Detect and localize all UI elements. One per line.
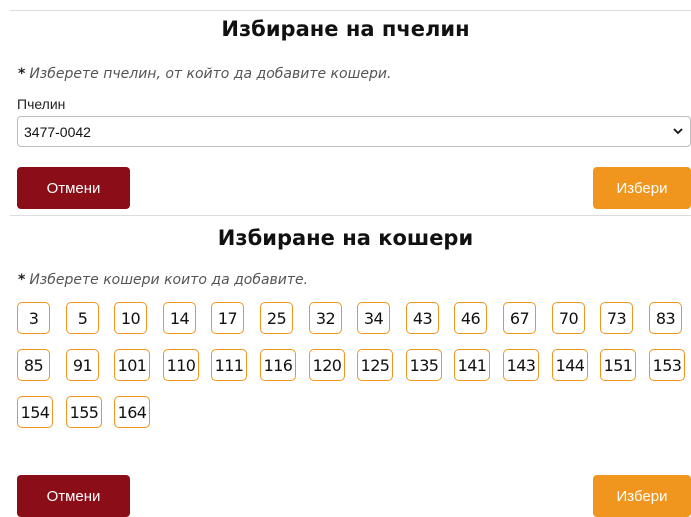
hive-chip[interactable]: 85 <box>17 349 50 381</box>
hive-chip[interactable]: 155 <box>66 396 102 428</box>
hive-chip[interactable]: 46 <box>454 302 487 334</box>
hive-chip[interactable]: 116 <box>260 349 296 381</box>
hive-chip[interactable]: 5 <box>66 302 99 334</box>
hive-chip[interactable]: 91 <box>66 349 99 381</box>
hive-chip[interactable]: 17 <box>211 302 244 334</box>
hive-chip[interactable]: 25 <box>260 302 293 334</box>
hive-chip[interactable]: 34 <box>357 302 390 334</box>
hive-chip[interactable]: 144 <box>552 349 588 381</box>
hive-chip[interactable]: 101 <box>114 349 150 381</box>
hive-chip[interactable]: 153 <box>649 349 685 381</box>
hive-chip[interactable]: 3 <box>17 302 50 334</box>
apiary-select[interactable]: 3477-0042 <box>17 116 691 147</box>
hive-chip[interactable]: 120 <box>309 349 345 381</box>
chevron-down-icon <box>673 128 683 135</box>
hive-chip[interactable]: 32 <box>309 302 342 334</box>
apiary-select-value: 3477-0042 <box>24 123 91 140</box>
hives-cancel-button[interactable]: Отмени <box>17 475 130 517</box>
hive-chip[interactable]: 164 <box>114 396 150 428</box>
hive-chip[interactable]: 43 <box>406 302 439 334</box>
hive-chip[interactable]: 125 <box>357 349 393 381</box>
apiary-field-label: Пчелин <box>17 96 66 112</box>
hive-chip[interactable]: 14 <box>163 302 196 334</box>
top-border <box>10 10 691 11</box>
hives-choose-button[interactable]: Избери <box>593 475 691 517</box>
required-star: * <box>18 66 26 82</box>
hives-section-title: Избиране на кошери <box>217 226 474 250</box>
hive-chip[interactable]: 10 <box>114 302 147 334</box>
apiary-section-title: Избиране на пчелин <box>221 17 470 41</box>
hive-chip[interactable]: 141 <box>454 349 490 381</box>
hive-chip[interactable]: 67 <box>503 302 536 334</box>
hive-chip[interactable]: 70 <box>552 302 585 334</box>
apiary-choose-button[interactable]: Избери <box>593 167 691 209</box>
hive-chip[interactable]: 73 <box>600 302 633 334</box>
apiary-hint: * Изберете пчелин, от който да добавите к… <box>18 66 391 82</box>
hive-chip[interactable]: 135 <box>406 349 442 381</box>
hive-chip[interactable]: 83 <box>649 302 682 334</box>
hives-hint: * Изберете кошери които да добавите. <box>18 272 308 288</box>
hive-chip[interactable]: 111 <box>211 349 247 381</box>
required-star: * <box>18 272 26 288</box>
hive-chip[interactable]: 154 <box>17 396 53 428</box>
hives-hint-text: Изберете кошери които да добавите. <box>29 272 309 288</box>
section-divider <box>10 215 691 216</box>
apiary-hint-text: Изберете пчелин, от който да добавите ко… <box>29 66 392 82</box>
apiary-cancel-button[interactable]: Отмени <box>17 167 130 209</box>
hive-chip[interactable]: 143 <box>503 349 539 381</box>
hive-chip[interactable]: 110 <box>163 349 199 381</box>
hive-chip[interactable]: 151 <box>600 349 636 381</box>
